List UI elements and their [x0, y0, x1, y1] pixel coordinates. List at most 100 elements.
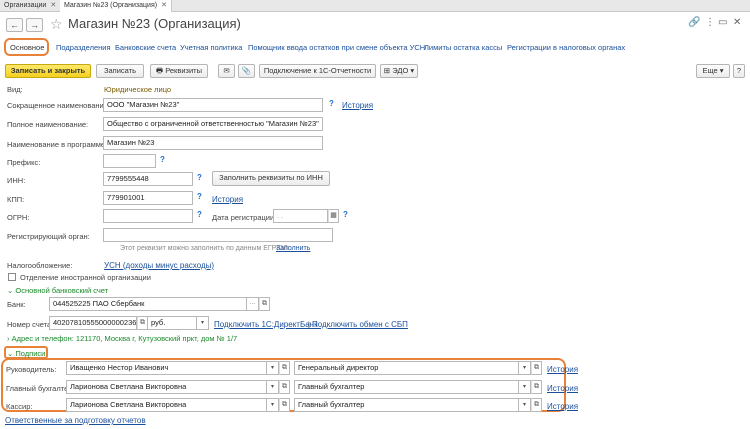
- open-link-icon[interactable]: ⧉: [279, 380, 290, 394]
- more-vertical-icon[interactable]: ⋮: [705, 17, 715, 28]
- help-icon[interactable]: ?: [329, 99, 334, 108]
- short-name-field[interactable]: ООО "Магазин №23": [103, 98, 323, 112]
- help-icon[interactable]: ?: [197, 192, 202, 201]
- dropdown-icon[interactable]: ▾: [267, 398, 279, 412]
- ogrn-label: ОГРН:: [7, 213, 30, 222]
- kind-value[interactable]: Юридическое лицо: [104, 85, 171, 94]
- fill-by-inn-button[interactable]: Заполнить реквизиты по ИНН: [212, 171, 330, 186]
- arrow-left-icon: ←: [10, 20, 19, 30]
- favorite-star-icon[interactable]: ☆: [50, 15, 63, 33]
- signatures-section-toggle[interactable]: ⌄ Подписи: [7, 349, 45, 358]
- forward-button[interactable]: →: [26, 18, 43, 32]
- tab-organization-card[interactable]: Магазин №23 (Организация) ✕: [60, 0, 172, 12]
- connect-bank-link[interactable]: Подключить 1С:ДиректБанк: [214, 320, 318, 329]
- save-button[interactable]: Записать: [96, 64, 144, 78]
- tab-organizations[interactable]: Организации ✕: [0, 0, 62, 12]
- signature-label: Главный бухгалтер:: [6, 384, 75, 393]
- tax-label: Налогообложение:: [7, 261, 73, 270]
- link-icon[interactable]: 🔗: [688, 17, 700, 28]
- kpp-history-link[interactable]: История: [212, 195, 243, 204]
- dropdown-icon[interactable]: ▾: [267, 361, 279, 375]
- mail-button[interactable]: ✉: [218, 64, 235, 78]
- help-icon[interactable]: ?: [197, 173, 202, 182]
- help-icon[interactable]: ?: [343, 210, 348, 219]
- subnav-bank-accounts[interactable]: Банковские счета: [115, 43, 176, 52]
- currency-field[interactable]: руб.: [147, 316, 197, 330]
- dropdown-icon[interactable]: ▾: [197, 316, 209, 330]
- close-icon[interactable]: ✕: [50, 2, 56, 9]
- signature-history-link[interactable]: История: [547, 402, 578, 411]
- address-section-toggle[interactable]: › Адрес и телефон: 121170, Москва г, Кут…: [7, 334, 237, 343]
- foreign-branch-checkbox[interactable]: [8, 273, 16, 281]
- kind-label: Вид:: [7, 85, 23, 94]
- dropdown-icon[interactable]: ▾: [267, 380, 279, 394]
- save-and-close-button[interactable]: Записать и закрыть: [5, 64, 91, 78]
- signature-history-link[interactable]: История: [547, 384, 578, 393]
- ellipsis-icon[interactable]: ···: [247, 297, 259, 311]
- reg-date-label: Дата регистрации:: [212, 213, 277, 222]
- program-name-field[interactable]: Магазин №23: [103, 136, 323, 150]
- signature-label: Руководитель:: [6, 365, 57, 374]
- subnav-departments[interactable]: Подразделения: [56, 43, 111, 52]
- responsible-reports-link[interactable]: Ответственные за подготовку отчетов: [5, 416, 146, 425]
- subnav-balance-assistant[interactable]: Помощник ввода остатков при смене объект…: [248, 43, 425, 52]
- open-link-icon[interactable]: ⧉: [531, 361, 542, 375]
- inn-label: ИНН:: [7, 176, 26, 185]
- signature-position-field[interactable]: Главный бухгалтер: [294, 380, 519, 394]
- subnav-accounting-policy[interactable]: Учетная политика: [180, 43, 242, 52]
- more-button[interactable]: Еще ▾: [696, 64, 730, 78]
- program-name-label: Наименование в программе:: [7, 140, 108, 149]
- account-field[interactable]: 40207810555000000236: [49, 316, 137, 330]
- open-link-icon[interactable]: ⧉: [279, 398, 290, 412]
- help-icon[interactable]: ?: [160, 155, 165, 164]
- kpp-field[interactable]: 779901001: [103, 191, 193, 205]
- bank-label: Банк:: [7, 300, 26, 309]
- signature-person-field[interactable]: Ларионова Светлана Викторовна: [66, 380, 267, 394]
- help-button[interactable]: ?: [733, 64, 745, 78]
- signature-position-field[interactable]: Главный бухгалтер: [294, 398, 519, 412]
- connect-sbp-link[interactable]: Подключить обмен с СБП: [312, 320, 408, 329]
- open-link-icon[interactable]: ⧉: [259, 297, 270, 311]
- inn-field[interactable]: 7799555448: [103, 172, 193, 186]
- short-name-history-link[interactable]: История: [342, 101, 373, 110]
- signature-person-field[interactable]: Ларионова Светлана Викторовна: [66, 398, 267, 412]
- egrul-hint: Этот реквизит можно заполнить по данным …: [120, 245, 290, 252]
- open-link-icon[interactable]: ⧉: [279, 361, 290, 375]
- window-tab-bar: Организации ✕ Магазин №23 (Организация) ✕: [0, 0, 750, 12]
- back-button[interactable]: ←: [6, 18, 23, 32]
- help-icon[interactable]: ?: [197, 210, 202, 219]
- requisites-button[interactable]: 🖶 Реквизиты: [150, 64, 208, 78]
- subnav-tax-registrations[interactable]: Регистрации в налоговых органах: [507, 43, 625, 52]
- subnav-main[interactable]: Основное: [10, 43, 44, 52]
- subnav-cash-limits[interactable]: Лимиты остатка кассы: [424, 43, 502, 52]
- open-link-icon[interactable]: ⧉: [531, 398, 542, 412]
- dropdown-icon[interactable]: ▾: [519, 398, 531, 412]
- open-link-icon[interactable]: ⧉: [531, 380, 542, 394]
- close-icon[interactable]: ✕: [161, 2, 167, 9]
- reg-authority-field[interactable]: [103, 228, 333, 242]
- reg-date-field[interactable]: . .: [273, 209, 328, 223]
- attach-button[interactable]: 📎: [238, 64, 255, 78]
- ogrn-field[interactable]: [103, 209, 193, 223]
- kpp-label: КПП:: [7, 195, 25, 204]
- egrul-fill-link[interactable]: Заполнить: [276, 245, 310, 252]
- signature-history-link[interactable]: История: [547, 365, 578, 374]
- bank-section-toggle[interactable]: ⌄ Основной банковский счет: [7, 286, 108, 295]
- calendar-icon[interactable]: ▦: [328, 209, 339, 223]
- signature-person-field[interactable]: Иващенко Нестор Иванович: [66, 361, 267, 375]
- link-separator: |: [308, 320, 310, 329]
- dropdown-icon[interactable]: ▾: [519, 380, 531, 394]
- dropdown-icon[interactable]: ▾: [519, 361, 531, 375]
- signature-position-field[interactable]: Генеральный директор: [294, 361, 519, 375]
- maximize-icon[interactable]: ▭: [718, 17, 727, 28]
- close-icon[interactable]: ✕: [733, 17, 741, 28]
- edo-button[interactable]: ⊞ ЭДО ▾: [380, 64, 418, 78]
- tax-system-link[interactable]: УСН (доходы минус расходы): [104, 261, 214, 270]
- full-name-field[interactable]: Общество с ограниченной ответственностью…: [103, 117, 323, 131]
- edo-icon: ⊞: [383, 66, 391, 75]
- bank-field[interactable]: 044525225 ПАО Сбербанк: [49, 297, 247, 311]
- prefix-field[interactable]: [103, 154, 156, 168]
- signature-label: Кассир:: [6, 402, 33, 411]
- connect-reporting-button[interactable]: Подключение к 1С-Отчетности: [259, 64, 376, 78]
- prefix-label: Префикс:: [7, 158, 41, 167]
